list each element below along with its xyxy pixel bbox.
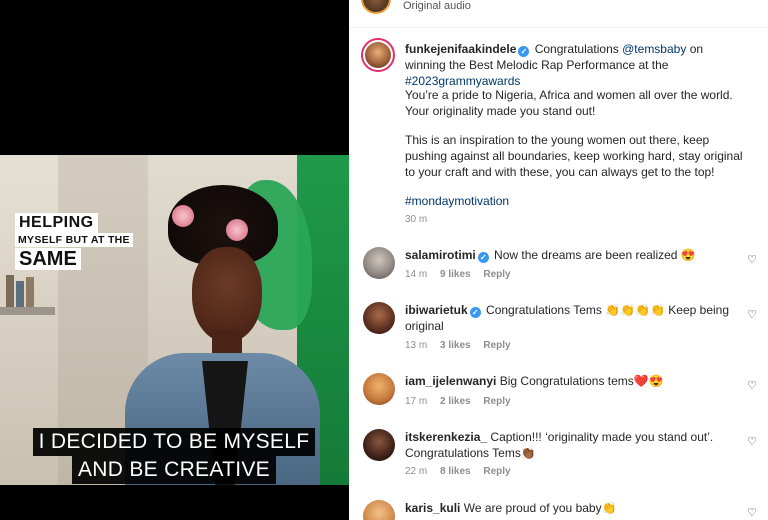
lower-third-line1: HELPING bbox=[15, 213, 98, 233]
verified-badge-icon: ✓ bbox=[477, 252, 489, 263]
video-subtitle: I DECIDED TO BE MYSELF AND BE CREATIVE bbox=[14, 428, 334, 484]
hair-flower bbox=[172, 205, 194, 227]
comment-body: itskerenkezia_ Caption!!! ‘originality m… bbox=[405, 429, 745, 461]
comment-username[interactable]: karis_kuli bbox=[405, 501, 460, 515]
comment-username[interactable]: itskerenkezia_ bbox=[405, 430, 487, 444]
lower-third-line2-wrap: MYSELF BUT AT THE bbox=[15, 233, 133, 247]
comments-pane[interactable]: Original audio funkejenifaakindele ✓ Cong… bbox=[349, 0, 768, 520]
subtitle-line1: I DECIDED TO BE MYSELF bbox=[32, 428, 316, 456]
background-book bbox=[26, 277, 34, 307]
caption-text-1: Congratulations bbox=[534, 42, 619, 56]
comment-likes[interactable]: 8 likes bbox=[440, 466, 471, 477]
caption-paragraph-2: You’re a pride to Nigeria, Africa and wo… bbox=[405, 88, 733, 118]
comment-username[interactable]: salamirotimi bbox=[405, 248, 476, 262]
audio-avatar[interactable] bbox=[361, 0, 391, 14]
comment-text: We are proud of you baby👏 bbox=[463, 501, 617, 515]
comment-avatar[interactable] bbox=[363, 429, 395, 461]
person-face bbox=[192, 247, 262, 342]
video-lower-third: HELPING MYSELF BUT AT THE SAME bbox=[15, 213, 133, 270]
heart-outline-icon[interactable]: ♡ bbox=[746, 380, 758, 392]
comment-likes[interactable]: 9 likes bbox=[440, 269, 471, 280]
mention-link[interactable]: @temsbaby bbox=[622, 42, 686, 56]
reply-button[interactable]: Reply bbox=[483, 466, 510, 477]
caption-paragraph-3: This is an inspiration to the young wome… bbox=[405, 133, 743, 179]
post-author-username[interactable]: funkejenifaakindele bbox=[405, 42, 516, 56]
reply-button[interactable]: Reply bbox=[483, 269, 510, 280]
comment-avatar[interactable] bbox=[363, 302, 395, 334]
hair-flower bbox=[226, 219, 248, 241]
comment-username[interactable]: iam_ijelenwanyi bbox=[405, 374, 496, 388]
background-book bbox=[6, 275, 14, 307]
audio-label[interactable]: Original audio bbox=[403, 0, 471, 12]
post-author-avatar[interactable] bbox=[361, 38, 395, 72]
post-timestamp: 30 m bbox=[405, 214, 428, 225]
reel-video-player[interactable]: HELPING MYSELF BUT AT THE SAME I DECIDED… bbox=[0, 0, 349, 520]
post-caption: funkejenifaakindele ✓ Congratulations @te… bbox=[405, 41, 745, 89]
audio-row[interactable]: Original audio bbox=[349, 0, 768, 28]
comment-time: 17 m bbox=[405, 396, 428, 407]
comment-meta: 22 m 8 likes Reply bbox=[405, 466, 511, 477]
comment-time: 22 m bbox=[405, 466, 428, 477]
comment-time: 13 m bbox=[405, 340, 428, 351]
comment-avatar[interactable] bbox=[363, 500, 395, 520]
comment-text: Now the dreams are been realized 😍 bbox=[494, 248, 696, 262]
verified-badge-icon: ✓ bbox=[518, 46, 530, 57]
comment-likes[interactable]: 3 likes bbox=[440, 340, 471, 351]
background-shelf bbox=[0, 307, 55, 315]
comment-body: iam_ijelenwanyi Big Congratulations tems… bbox=[405, 373, 745, 389]
lower-third-line3: SAME bbox=[15, 247, 81, 270]
comment-body: ibiwarietuk ✓ Congratulations Tems 👏👏👏👏 K… bbox=[405, 302, 745, 334]
subtitle-line2: AND BE CREATIVE bbox=[72, 455, 276, 484]
heart-outline-icon[interactable]: ♡ bbox=[746, 309, 758, 321]
heart-outline-icon[interactable]: ♡ bbox=[746, 436, 758, 448]
hashtag-mondaymotivation[interactable]: #mondaymotivation bbox=[405, 193, 745, 209]
comment-avatar[interactable] bbox=[363, 247, 395, 279]
reply-button[interactable]: Reply bbox=[483, 396, 510, 407]
comment-time: 14 m bbox=[405, 269, 428, 280]
hashtag-link[interactable]: #2023grammyawards bbox=[405, 74, 520, 88]
comment-meta: 14 m 9 likes Reply bbox=[405, 269, 511, 280]
comment-body: karis_kuli We are proud of you baby👏 bbox=[405, 500, 745, 516]
comment-meta: 17 m 2 likes Reply bbox=[405, 396, 511, 407]
heart-outline-icon[interactable]: ♡ bbox=[746, 254, 758, 266]
comment-likes[interactable]: 2 likes bbox=[440, 396, 471, 407]
reply-button[interactable]: Reply bbox=[483, 340, 510, 351]
lower-third-line2: MYSELF BUT AT THE bbox=[15, 233, 133, 247]
comment-username[interactable]: ibiwarietuk bbox=[405, 303, 468, 317]
verified-badge-icon: ✓ bbox=[469, 307, 481, 318]
comment-meta: 13 m 3 likes Reply bbox=[405, 340, 511, 351]
comment-text: Big Congratulations tems❤️😍 bbox=[499, 374, 664, 388]
comment-avatar[interactable] bbox=[363, 373, 395, 405]
comment-body: salamirotimi ✓ Now the dreams are been re… bbox=[405, 247, 745, 263]
heart-outline-icon[interactable]: ♡ bbox=[746, 507, 758, 519]
background-book bbox=[16, 281, 24, 307]
